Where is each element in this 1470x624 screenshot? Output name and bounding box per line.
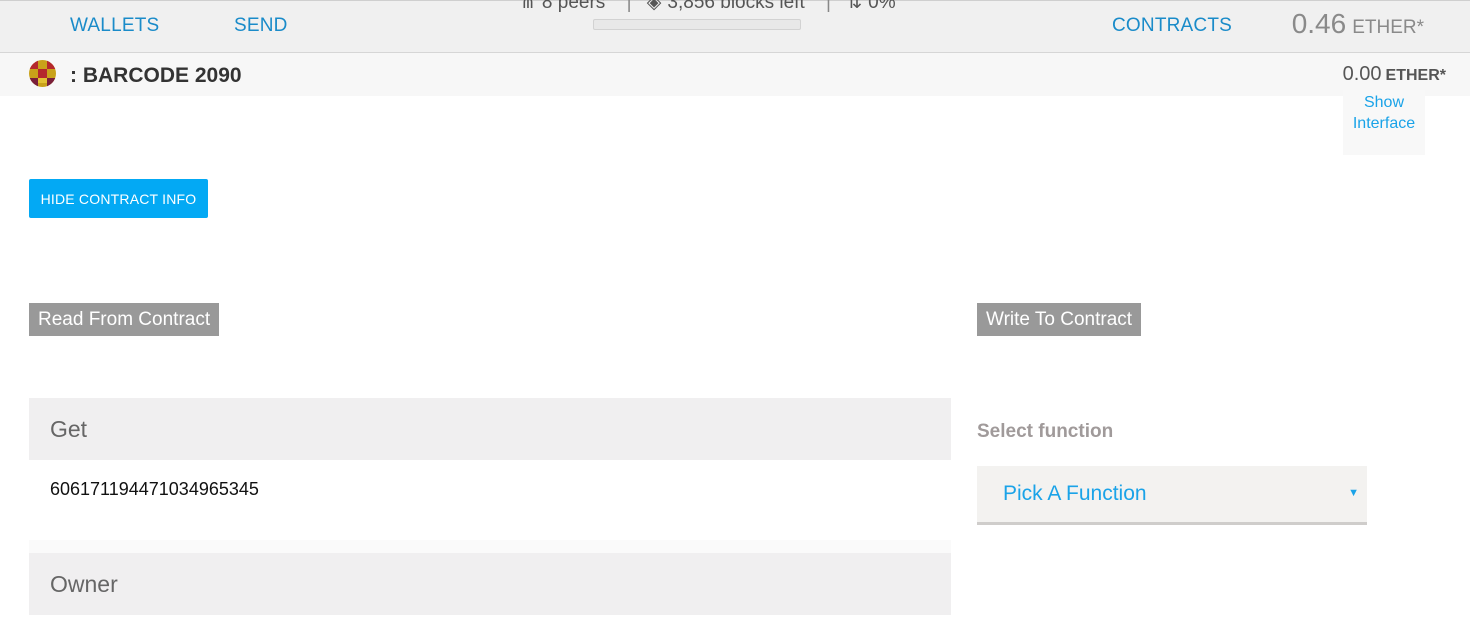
nav-contracts-link[interactable]: CONTRACTS [1112, 15, 1232, 37]
nav-wallets-link[interactable]: WALLETS [70, 15, 159, 37]
status-separator: | [826, 0, 831, 13]
field-divider [29, 540, 951, 553]
function-select[interactable]: Pick A Function ▼ [977, 466, 1367, 525]
total-balance-unit: ETHER* [1352, 17, 1424, 38]
nav-send-link[interactable]: SEND [234, 15, 288, 37]
blocks-icon: ◈ [646, 0, 662, 13]
read-field-owner: Owner [29, 553, 951, 615]
contract-balance-unit: ETHER* [1385, 67, 1446, 84]
peers-icon: ⋔ [520, 0, 536, 13]
status-separator: | [626, 0, 632, 13]
show-interface-line2: Interface [1352, 115, 1416, 132]
read-field-get: Get [29, 398, 951, 460]
function-select-value: Pick A Function [1003, 482, 1147, 505]
identicon-avatar [29, 60, 56, 87]
node-status: ⋔ 8 peers | ◈ 3,856 blocks left | ⇅ 0% [520, 0, 902, 14]
total-balance: 0.46 ETHER* [1292, 8, 1424, 40]
read-from-contract-heading: Read From Contract [29, 303, 220, 336]
select-function-label: Select function [977, 421, 1114, 442]
read-field-label: Get [50, 416, 88, 442]
show-interface-line1: Show [1363, 94, 1405, 111]
read-field-label: Owner [50, 571, 118, 597]
total-balance-value: 0.46 [1291, 8, 1347, 39]
peers-count: 8 peers [541, 0, 606, 13]
sync-icon: ⇅ [846, 0, 863, 13]
sync-percent: 0% [868, 0, 896, 13]
write-to-contract-heading: Write To Contract [977, 303, 1142, 336]
hide-contract-info-button[interactable]: HIDE CONTRACT INFO [29, 179, 208, 218]
contract-balance-value: 0.00 [1342, 63, 1382, 85]
chevron-down-icon: ▼ [1348, 487, 1359, 499]
account-header: : BARCODE 2090 0.00 ETHER* [0, 53, 1470, 96]
blocks-left: 3,856 blocks left [667, 0, 805, 13]
sync-progress-bar [593, 19, 801, 30]
top-navigation-bar: WALLETS SEND ⋔ 8 peers | ◈ 3,856 blocks le… [0, 0, 1470, 53]
contract-balance: 0.00 ETHER* [1343, 63, 1446, 86]
contract-name: : BARCODE 2090 [70, 64, 242, 87]
show-interface-link[interactable]: Show Interface [1343, 90, 1425, 155]
read-field-value: 606171194471034965345 [50, 479, 259, 499]
